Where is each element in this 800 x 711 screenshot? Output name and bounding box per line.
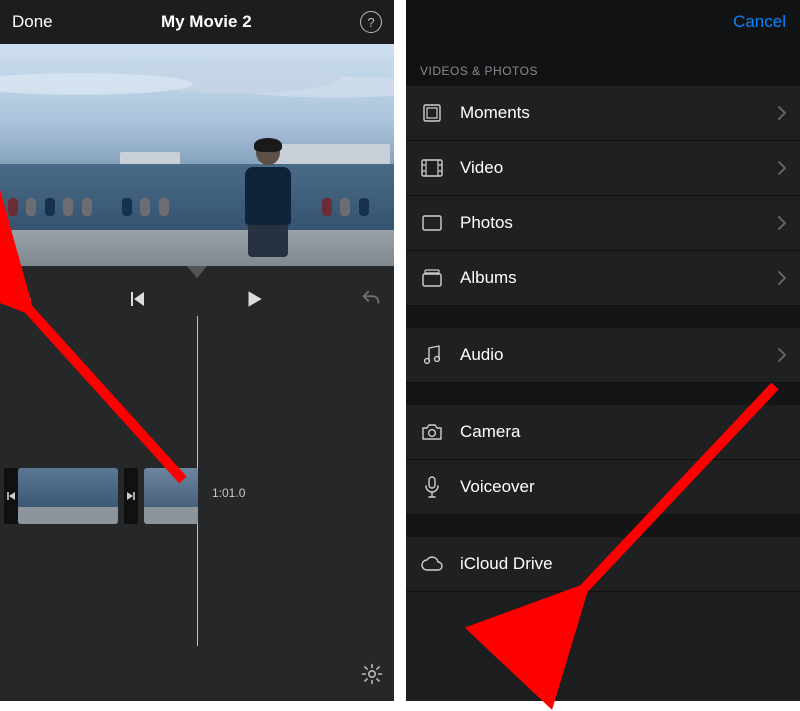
section-spacer [406,515,800,537]
albums-icon [420,269,444,287]
row-label: Albums [460,268,778,288]
row-label: Camera [460,422,786,442]
clip-thumbnail[interactable] [144,468,198,524]
camera-icon [420,423,444,441]
transport-controls [0,278,394,316]
play-icon[interactable] [243,288,265,310]
editor-header: Done My Movie 2 ? [0,0,394,44]
photos-icon [420,215,444,231]
audio-icon [420,345,444,365]
moments-icon [420,103,444,123]
row-photos[interactable]: Photos [406,196,800,251]
row-voiceover[interactable]: Voiceover [406,460,800,515]
imovie-editor: Done My Movie 2 ? [0,0,394,701]
row-label: Video [460,158,778,178]
cloud-icon [420,556,444,572]
settings-gear-icon[interactable] [360,662,384,686]
playhead-notch [187,266,207,278]
screenshot-stage: Done My Movie 2 ? [0,0,800,711]
row-moments[interactable]: Moments [406,86,800,141]
clip-end-cap [124,468,138,524]
section-spacer [406,306,800,328]
clip-thumbnail[interactable] [18,468,118,524]
timeline[interactable]: 1:01.0 [0,316,394,696]
row-albums[interactable]: Albums [406,251,800,306]
row-label: Voiceover [460,477,786,497]
chevron-right-icon [778,271,786,285]
row-label: Photos [460,213,778,233]
section-spacer [406,383,800,405]
row-icloud-drive[interactable]: iCloud Drive [406,537,800,592]
timecode-label: 1:01.0 [212,486,245,500]
clip-start-cap [4,468,18,524]
media-browser: Cancel VIDEOS & PHOTOS Moments Video Pho… [406,0,800,701]
chevron-right-icon [778,216,786,230]
help-icon[interactable]: ? [360,11,382,33]
clip-strip[interactable] [4,468,198,524]
project-title: My Movie 2 [161,12,252,32]
row-label: Audio [460,345,778,365]
row-label: iCloud Drive [460,554,786,574]
row-audio[interactable]: Audio [406,328,800,383]
add-media-button[interactable] [12,289,32,309]
video-preview [0,44,394,266]
cancel-button[interactable]: Cancel [733,12,786,32]
browser-header: Cancel [406,0,800,44]
chevron-right-icon [778,106,786,120]
done-button[interactable]: Done [12,12,53,32]
microphone-icon [420,476,444,498]
row-camera[interactable]: Camera [406,405,800,460]
row-video[interactable]: Video [406,141,800,196]
chevron-right-icon [778,348,786,362]
chevron-right-icon [778,161,786,175]
row-label: Moments [460,103,778,123]
person-in-frame [240,139,296,259]
video-icon [420,159,444,177]
undo-icon[interactable] [360,288,382,310]
skip-back-icon[interactable] [127,289,147,309]
section-header-videos-photos: VIDEOS & PHOTOS [406,44,800,86]
